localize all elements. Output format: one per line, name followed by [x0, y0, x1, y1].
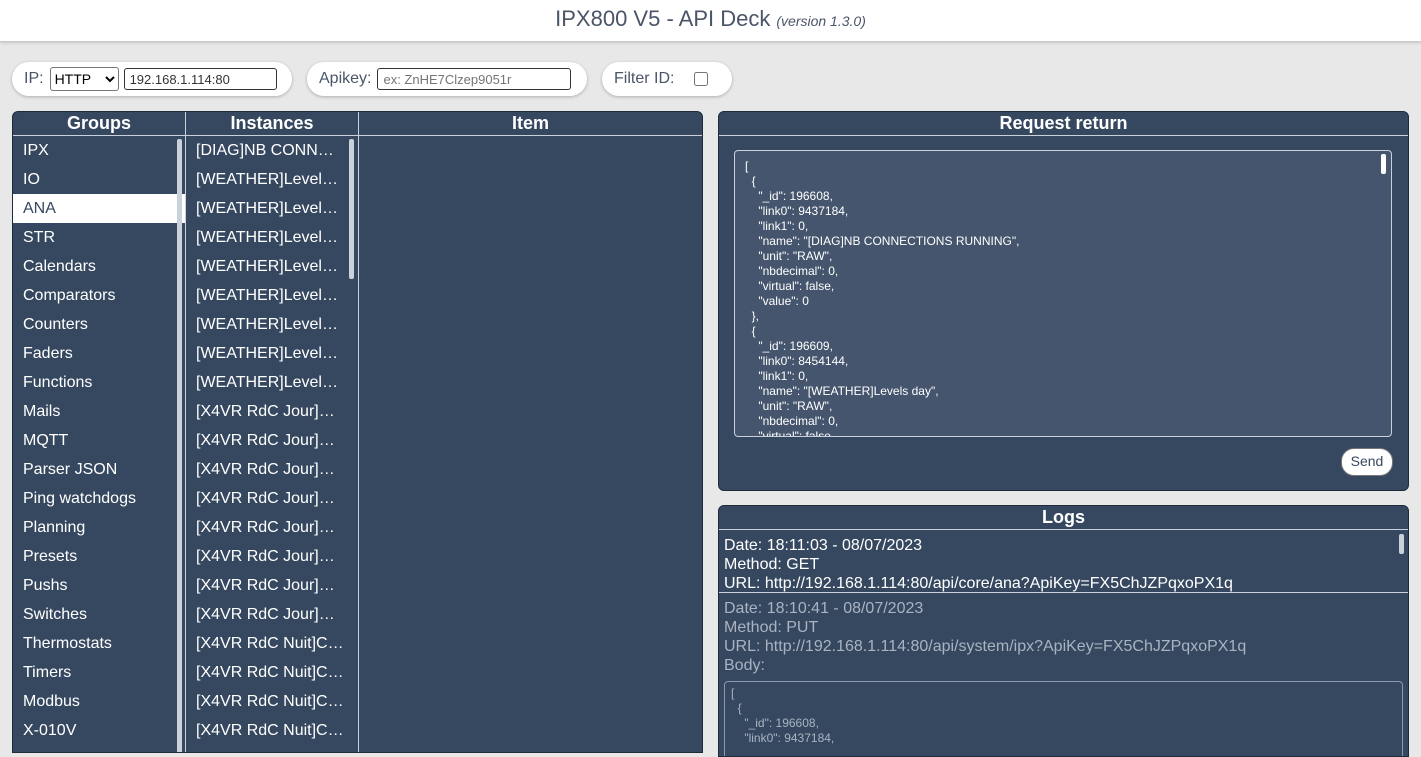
group-item[interactable]: Counters	[13, 310, 185, 339]
group-item[interactable]: Presets	[13, 542, 185, 571]
send-button[interactable]: Send	[1341, 448, 1393, 476]
filter-control: Filter ID:	[602, 62, 732, 96]
group-item[interactable]: Functions	[13, 368, 185, 397]
logs-title: Logs	[719, 506, 1408, 530]
log-body: [ { "_id": 196608, "link0": 9437184,	[724, 681, 1403, 756]
request-output[interactable]: [ { "_id": 196608, "link0": 9437184, "li…	[734, 150, 1392, 437]
protocol-select[interactable]: HTTP	[49, 67, 119, 91]
instance-item[interactable]: [X4VR RdC Jour]Commande	[186, 397, 358, 426]
group-item[interactable]: Modbus	[13, 687, 185, 716]
instance-item[interactable]: [WEATHER]Levels day	[186, 281, 358, 310]
instance-item[interactable]: [X4VR RdC Jour]Commande	[186, 426, 358, 455]
group-item[interactable]: Parser JSON	[13, 455, 185, 484]
group-item[interactable]: Switches	[13, 600, 185, 629]
group-item[interactable]: Pushs	[13, 571, 185, 600]
request-panel: Request return [ { "_id": 196608, "link0…	[718, 111, 1409, 491]
instance-item[interactable]: [DIAG]NB CONNECTIONS RUNNING	[186, 136, 358, 165]
ip-control: IP: HTTP	[12, 62, 292, 96]
instance-item[interactable]: [X4VR RdC Jour]Commande	[186, 484, 358, 513]
instance-item[interactable]: [X4VR RdC Jour]Position	[186, 571, 358, 600]
group-item[interactable]: Calendars	[13, 252, 185, 281]
instance-item[interactable]: [X4VR RdC Nuit]Commande	[186, 658, 358, 687]
log-entry: Date: 18:10:41 - 08/07/2023 Method: PUT …	[719, 593, 1408, 756]
request-json: [ { "_id": 196608, "link0": 9437184, "li…	[745, 159, 1020, 437]
log-entry: Date: 18:11:03 - 08/07/2023 Method: GET …	[719, 530, 1408, 593]
group-item[interactable]: IPX	[13, 136, 185, 165]
instances-header: Instances	[230, 113, 314, 133]
group-item[interactable]: IO	[13, 165, 185, 194]
group-item[interactable]: Timers	[13, 658, 185, 687]
instance-item[interactable]: [X4VR RdC Jour]Position	[186, 600, 358, 629]
group-item[interactable]: Faders	[13, 339, 185, 368]
instance-item[interactable]: [X4VR RdC Nuit]Commande	[186, 716, 358, 745]
group-item[interactable]: MQTT	[13, 426, 185, 455]
instance-item[interactable]: [WEATHER]Levels day	[186, 252, 358, 281]
apikey-control: Apikey:	[307, 62, 587, 96]
groups-list: IPX IO ANA STR Calendars Comparators Counters F…	[13, 136, 185, 752]
instance-item[interactable]: [WEATHER]Levels day	[186, 368, 358, 397]
version-label: (version 1.3.0)	[776, 13, 866, 29]
log-body-label: Body:	[724, 657, 765, 674]
group-item[interactable]: STR	[13, 223, 185, 252]
group-item[interactable]: Mails	[13, 397, 185, 426]
ip-input[interactable]	[123, 68, 277, 90]
request-title: Request return	[719, 112, 1408, 136]
instance-item[interactable]: [WEATHER]Levels day	[186, 310, 358, 339]
instance-item[interactable]: [X4VR RdC Nuit]Commande	[186, 629, 358, 658]
instances-scrollbar[interactable]	[349, 139, 354, 279]
group-item[interactable]: Ping watchdogs	[13, 484, 185, 513]
instance-item[interactable]: [X4VR RdC Jour]Position	[186, 513, 358, 542]
group-item[interactable]: Planning	[13, 513, 185, 542]
logs-panel: Logs Date: 18:11:03 - 08/07/2023 Method:…	[718, 505, 1409, 757]
group-item[interactable]: X-010V	[13, 716, 185, 745]
log-method: Method: GET	[724, 556, 820, 573]
item-view	[359, 136, 702, 752]
log-method: Method: PUT	[724, 619, 819, 636]
instance-item[interactable]: [WEATHER]Levels day	[186, 339, 358, 368]
log-url: URL: http://192.168.1.114:80/api/system/…	[724, 638, 1247, 655]
group-item[interactable]: Thermostats	[13, 629, 185, 658]
browser-panel: Groups Instances Item IPX IO ANA STR Calenda…	[12, 111, 703, 753]
log-url: URL: http://192.168.1.114:80/api/core/an…	[724, 575, 1233, 592]
instances-list: [DIAG]NB CONNECTIONS RUNNING[WEATHER]Lev…	[186, 136, 358, 752]
filter-label: Filter ID:	[614, 70, 675, 87]
log-date: Date: 18:10:41 - 08/07/2023	[724, 600, 924, 617]
instance-item[interactable]: [WEATHER]Levels day	[186, 223, 358, 252]
groups-header: Groups	[66, 113, 131, 133]
instance-item[interactable]: [X4VR RdC Jour]Commande	[186, 455, 358, 484]
instance-item[interactable]: [X4VR RdC Jour]Position	[186, 542, 358, 571]
page-title: IPX800 V5 - API Deck	[555, 6, 771, 31]
instance-item[interactable]: [WEATHER]Levels day	[186, 165, 358, 194]
group-item[interactable]: ANA	[13, 194, 185, 223]
request-scrollbar[interactable]	[1381, 154, 1386, 174]
filter-id-checkbox[interactable]	[694, 72, 709, 86]
item-header: Item	[511, 113, 549, 133]
logs-scrollbar[interactable]	[1399, 534, 1404, 554]
apikey-label: Apikey:	[319, 70, 372, 87]
groups-scrollbar[interactable]	[177, 139, 182, 752]
log-date: Date: 18:11:03 - 08/07/2023	[724, 537, 923, 554]
instance-item[interactable]: [X4VR RdC Nuit]Commande	[186, 687, 358, 716]
log-body-json: [ { "_id": 196608, "link0": 9437184,	[731, 686, 835, 745]
group-item[interactable]: Comparators	[13, 281, 185, 310]
apikey-input[interactable]	[377, 68, 572, 90]
instance-item[interactable]: [WEATHER]Levels day	[186, 194, 358, 223]
app-header: IPX800 V5 - API Deck (version 1.3.0)	[0, 0, 1421, 42]
ip-label: IP:	[24, 70, 44, 87]
